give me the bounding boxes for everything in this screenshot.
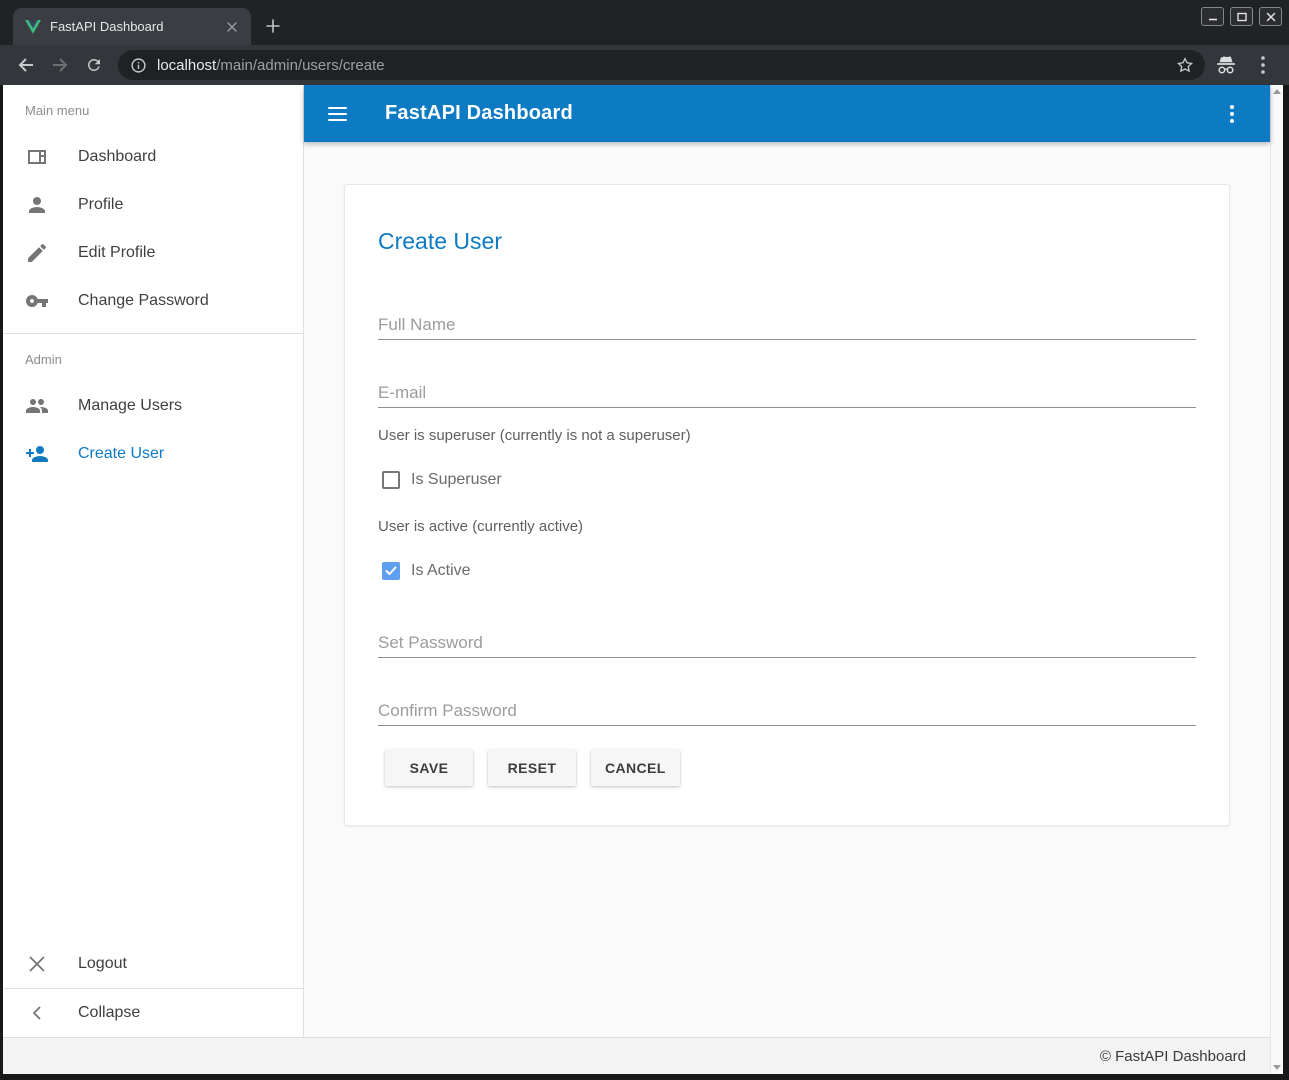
people-icon [25,394,49,418]
is-active-checkbox-row[interactable]: Is Active [378,559,1196,583]
window-controls [1201,7,1282,26]
sidebar-section-main-menu: Main menu [3,85,303,120]
page-frame: Main menu Dashboard Profile [0,85,1289,1080]
person-icon [25,193,49,217]
cancel-button[interactable]: CANCEL [591,750,680,786]
url-bar[interactable]: localhost/main/admin/users/create [118,50,1205,80]
confirm-password-field-wrap [378,696,1196,726]
page-scrollbar[interactable] [1270,85,1283,1074]
save-button[interactable]: SAVE [385,750,473,786]
app-footer: © FastAPI Dashboard [3,1037,1270,1074]
key-icon [25,289,49,313]
toolbar-right [1215,53,1279,77]
window-close-button[interactable] [1259,7,1282,26]
full-name-input[interactable] [378,310,1196,340]
new-tab-button[interactable] [259,12,287,40]
browser-tab[interactable]: FastAPI Dashboard [13,8,251,45]
set-password-input[interactable] [378,628,1196,658]
is-superuser-label: Is Superuser [411,471,502,489]
app-title: FastAPI Dashboard [385,102,573,125]
vue-logo-icon [25,20,41,34]
app-menu-icon[interactable] [1220,102,1244,126]
tab-close-icon[interactable] [223,18,241,36]
sidebar-item-manage-users[interactable]: Manage Users [3,382,303,430]
is-superuser-checkbox-row[interactable]: Is Superuser [378,468,1196,492]
reset-button[interactable]: RESET [488,750,576,786]
url-host: localhost [157,57,216,74]
set-password-field-wrap [378,628,1196,658]
sidebar: Main menu Dashboard Profile [3,85,304,1037]
sidebar-item-edit-profile[interactable]: Edit Profile [3,229,303,277]
email-field-wrap [378,378,1196,408]
hamburger-menu-icon[interactable] [328,102,352,126]
create-user-card: Create User User is superuser (currently… [344,184,1230,826]
sidebar-item-profile[interactable]: Profile [3,181,303,229]
pencil-icon [25,241,49,265]
reload-button[interactable] [80,51,108,79]
sidebar-item-create-user[interactable]: Create User [3,430,303,478]
page-title: Create User [378,227,1196,255]
incognito-icon [1215,55,1237,75]
chevron-left-icon [25,1001,49,1025]
is-active-checkbox[interactable] [382,562,400,580]
is-superuser-checkbox[interactable] [382,471,400,489]
browser-tab-strip: FastAPI Dashboard [0,0,1289,45]
active-hint: User is active (currently active) [378,517,1196,537]
sidebar-item-change-password[interactable]: Change Password [3,277,303,325]
person-add-icon [25,442,49,466]
browser-window: FastAPI Dashboard [0,0,1289,1080]
main-area: FastAPI Dashboard Create User [304,85,1270,1037]
is-active-label: Is Active [411,562,471,580]
close-icon [25,952,49,976]
main-content: Create User User is superuser (currently… [304,142,1270,1037]
superuser-hint: User is superuser (currently is not a su… [378,426,1196,446]
tab-title: FastAPI Dashboard [50,19,223,34]
forward-button[interactable] [46,51,74,79]
app-header: FastAPI Dashboard [304,85,1270,142]
browser-toolbar: localhost/main/admin/users/create [0,45,1289,85]
page: Main menu Dashboard Profile [3,85,1283,1074]
url-path: /main/admin/users/create [216,57,384,74]
window-maximize-button[interactable] [1230,7,1253,26]
dashboard-icon [25,145,49,169]
confirm-password-input[interactable] [378,696,1196,726]
scrollbar-up-icon[interactable] [1273,89,1281,94]
bookmark-star-icon[interactable] [1173,53,1197,77]
email-input[interactable] [378,378,1196,408]
back-button[interactable] [12,51,40,79]
sidebar-item-collapse[interactable]: Collapse [3,989,303,1037]
sidebar-item-logout[interactable]: Logout [3,940,303,988]
sidebar-item-dashboard[interactable]: Dashboard [3,133,303,181]
full-name-field-wrap [378,310,1196,340]
browser-menu-icon[interactable] [1251,53,1275,77]
site-info-icon[interactable] [130,57,147,74]
form-actions: SAVE RESET CANCEL [378,750,1196,786]
sidebar-section-admin: Admin [3,334,303,369]
window-minimize-button[interactable] [1201,7,1224,26]
copyright-text: © FastAPI Dashboard [1100,1048,1246,1065]
scrollbar-down-icon[interactable] [1273,1065,1281,1070]
url-text[interactable]: localhost/main/admin/users/create [157,57,1173,74]
